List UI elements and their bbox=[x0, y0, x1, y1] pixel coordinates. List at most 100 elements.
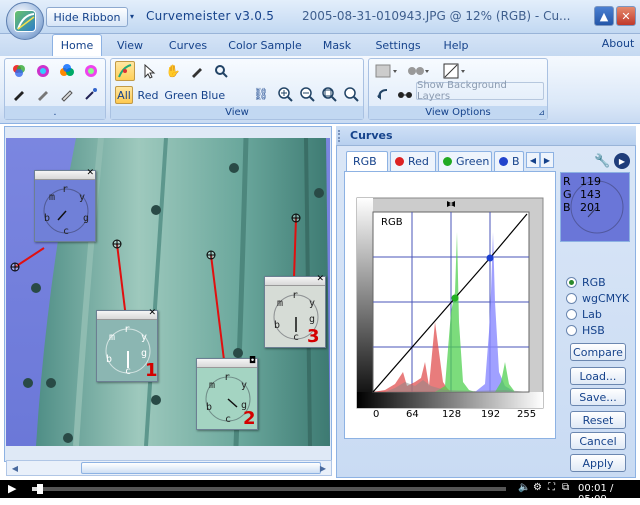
close-icon[interactable]: ◘ bbox=[249, 356, 256, 366]
red-dot-icon bbox=[395, 157, 404, 166]
tab-scroll-left-icon[interactable]: ◀ bbox=[526, 152, 540, 168]
curve-point-blue[interactable] bbox=[486, 254, 494, 262]
tab-scroll-right-icon[interactable]: ▶ bbox=[540, 152, 554, 168]
reset-button[interactable]: Reset bbox=[570, 411, 626, 429]
fullscreen-icon[interactable]: ⛶ bbox=[548, 482, 555, 493]
sample-window-3[interactable]: ✕ r m y b g c 3 bbox=[264, 274, 326, 348]
tab-view[interactable]: View bbox=[108, 34, 152, 56]
glasses-icon[interactable] bbox=[395, 84, 415, 104]
document-title: 2005-08-31-010943.JPG @ 12% (RGB) - Cu..… bbox=[302, 9, 571, 23]
tab-home[interactable]: Home bbox=[52, 34, 102, 56]
curve-tab-green[interactable]: Green bbox=[438, 151, 492, 171]
save-button[interactable]: Save... bbox=[570, 388, 626, 406]
color-blend-icon[interactable] bbox=[33, 61, 53, 81]
close-icon[interactable]: ✕ bbox=[86, 168, 94, 178]
link-icon[interactable]: ⛓ bbox=[251, 84, 271, 104]
pointer-icon[interactable] bbox=[139, 61, 159, 81]
channel-red-button[interactable]: Red bbox=[135, 86, 161, 104]
cancel-button[interactable]: Cancel bbox=[570, 432, 626, 450]
sample-tool-icon[interactable] bbox=[81, 84, 101, 104]
undo-arrow-icon[interactable] bbox=[373, 84, 393, 104]
magnifier-icon[interactable] bbox=[211, 61, 231, 81]
hide-ribbon-button[interactable]: Hide Ribbon bbox=[46, 7, 128, 27]
close-icon[interactable]: ✕ bbox=[148, 308, 156, 318]
sample-point-marker[interactable] bbox=[291, 213, 301, 223]
seek-track[interactable] bbox=[32, 484, 506, 494]
color-wheel-icon[interactable] bbox=[9, 61, 29, 81]
zoom-in-icon[interactable] bbox=[275, 84, 295, 104]
compare-button[interactable]: Compare bbox=[570, 343, 626, 361]
seek-handle[interactable] bbox=[36, 484, 43, 494]
gray-eyedropper-icon[interactable] bbox=[33, 84, 53, 104]
curve-tab-red[interactable]: Red bbox=[390, 151, 436, 171]
close-icon[interactable]: ✕ bbox=[316, 274, 324, 284]
quick-access-dropdown-icon[interactable]: ▾ bbox=[130, 12, 134, 21]
curve-display-dropdown[interactable] bbox=[441, 61, 469, 81]
tab-label: Green bbox=[456, 155, 490, 168]
sample-point-marker[interactable] bbox=[206, 250, 216, 260]
play-icon[interactable]: ▶ bbox=[8, 482, 16, 495]
radio-indicator bbox=[566, 292, 577, 304]
group-label: . bbox=[5, 106, 105, 119]
play-arrow-icon[interactable]: ▶ bbox=[614, 153, 630, 169]
tab-curves[interactable]: Curves bbox=[162, 34, 214, 56]
readout-g-label: G bbox=[563, 188, 572, 201]
tab-settings[interactable]: Settings bbox=[370, 34, 426, 56]
tab-mask[interactable]: Mask bbox=[316, 34, 358, 56]
sample-point-marker[interactable] bbox=[10, 262, 20, 272]
radio-lab[interactable]: Lab bbox=[566, 307, 602, 321]
tab-label: B bbox=[512, 155, 520, 168]
radio-hsb[interactable]: HSB bbox=[566, 323, 605, 337]
radio-wgcmyk[interactable]: wgCMYK bbox=[566, 291, 629, 305]
x-tick-label: 255 bbox=[517, 409, 537, 420]
color-balance-icon[interactable] bbox=[81, 61, 101, 81]
wrench-icon[interactable]: 🔧 bbox=[594, 154, 610, 169]
white-eyedropper-icon[interactable] bbox=[57, 84, 77, 104]
black-eyedropper-icon[interactable] bbox=[9, 84, 29, 104]
horizontal-scrollbar[interactable]: ◀ ▶ bbox=[6, 460, 332, 476]
zoom-out-icon[interactable] bbox=[297, 84, 317, 104]
channel-blue-button[interactable]: Blue bbox=[199, 86, 227, 104]
grip-icon[interactable] bbox=[338, 130, 344, 142]
hue-label-y: y bbox=[79, 192, 86, 203]
rgb-mix-icon[interactable] bbox=[57, 61, 77, 81]
eyedropper-icon[interactable] bbox=[187, 61, 207, 81]
about-link[interactable]: About bbox=[598, 32, 638, 54]
sample-point-marker[interactable] bbox=[112, 239, 122, 249]
radio-label: RGB bbox=[582, 275, 606, 289]
curve-tab-blue[interactable]: B bbox=[494, 151, 524, 171]
sampler-number-2: 2 bbox=[243, 408, 256, 429]
settings-gear-icon[interactable]: ⚙ bbox=[533, 482, 542, 493]
close-button[interactable]: ✕ bbox=[616, 6, 636, 26]
scroll-right-icon[interactable]: ▶ bbox=[315, 461, 331, 475]
sample-window-1[interactable]: ✕ r m y b g c 1 bbox=[96, 308, 158, 382]
show-background-layers-button[interactable]: Show Background Layers bbox=[416, 80, 544, 102]
zoom-actual-icon[interactable] bbox=[341, 84, 361, 104]
dialog-launcher-icon[interactable]: ⊿ bbox=[538, 108, 545, 117]
tab-color-sample[interactable]: Color Sample bbox=[226, 34, 304, 56]
curve-point-green[interactable] bbox=[451, 294, 459, 302]
curve-tab-rgb[interactable]: RGB bbox=[346, 151, 388, 171]
sample-window-0[interactable]: ✕ r m y b g c bbox=[34, 168, 96, 242]
channel-green-button[interactable]: Green bbox=[163, 86, 199, 104]
readout-r-label: R bbox=[563, 175, 571, 188]
channel-all-button[interactable]: All bbox=[115, 86, 133, 104]
scroll-left-icon[interactable]: ◀ bbox=[7, 461, 23, 475]
radio-rgb[interactable]: RGB bbox=[566, 275, 606, 289]
blue-dot-icon bbox=[499, 157, 508, 166]
apply-button[interactable]: Apply bbox=[570, 454, 626, 472]
minimize-button[interactable]: ▲ bbox=[594, 6, 614, 26]
volume-icon[interactable]: 🔈 bbox=[518, 482, 530, 493]
curve-tool-icon[interactable] bbox=[115, 61, 135, 81]
radio-label: HSB bbox=[582, 323, 605, 337]
popout-icon[interactable]: ⧉ bbox=[562, 482, 569, 493]
scroll-thumb[interactable] bbox=[81, 462, 321, 474]
tab-help[interactable]: Help bbox=[436, 34, 476, 56]
background-swatch-dropdown[interactable] bbox=[373, 61, 401, 81]
load-button[interactable]: Load... bbox=[570, 367, 626, 385]
hand-icon[interactable]: ✋ bbox=[163, 61, 183, 81]
sample-window-2[interactable]: ◘ r m y b g c 2 bbox=[196, 356, 258, 430]
zoom-fit-icon[interactable] bbox=[319, 84, 339, 104]
app-orb-button[interactable] bbox=[6, 2, 44, 40]
glasses-dropdown-icon[interactable] bbox=[405, 61, 433, 81]
